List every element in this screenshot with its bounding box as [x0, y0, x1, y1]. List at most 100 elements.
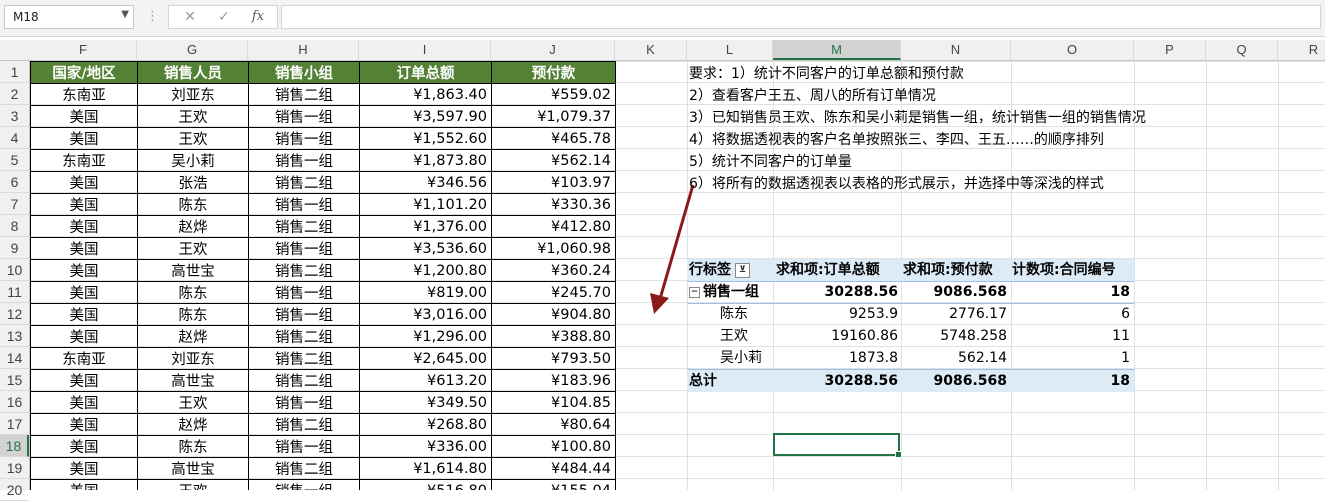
table-cell[interactable]: ¥1,060.98: [491, 237, 616, 260]
table-row[interactable]: 美国 陈东 销售一组 ¥3,016.00 ¥904.80: [30, 303, 616, 326]
table-cell[interactable]: 陈东: [137, 303, 249, 326]
column-header-o[interactable]: O: [1011, 40, 1134, 60]
table-cell[interactable]: 销售一组: [248, 105, 360, 128]
column-header-n[interactable]: N: [901, 40, 1011, 60]
column-header-r[interactable]: R: [1278, 40, 1325, 60]
row-header-9[interactable]: 9: [0, 237, 29, 259]
table-row[interactable]: 美国 王欢 销售一组 ¥349.50 ¥104.85: [30, 391, 616, 414]
table-cell[interactable]: 销售一组: [248, 237, 360, 260]
table-row[interactable]: 美国 王欢 销售一组 ¥1,552.60 ¥465.78: [30, 127, 616, 150]
column-header-q[interactable]: Q: [1206, 40, 1278, 60]
table-row[interactable]: 美国 陈东 销售一组 ¥1,101.20 ¥330.36: [30, 193, 616, 216]
table-cell[interactable]: 美国: [30, 479, 138, 490]
table-cell[interactable]: 王欢: [137, 391, 249, 414]
table-cell[interactable]: 美国: [30, 435, 138, 458]
table-cell[interactable]: ¥1,079.37: [491, 105, 616, 128]
table-cell[interactable]: ¥349.50: [359, 391, 492, 414]
table-cell[interactable]: 销售二组: [248, 83, 360, 106]
table-cell[interactable]: 销售二组: [248, 215, 360, 238]
table-cell[interactable]: ¥80.64: [491, 413, 616, 436]
table-cell[interactable]: 东南亚: [30, 83, 138, 106]
table-cell[interactable]: 销售一组: [248, 303, 360, 326]
insert-function-icon[interactable]: fx: [245, 6, 271, 28]
table-cell[interactable]: 美国: [30, 193, 138, 216]
table-cell[interactable]: 销售一组: [248, 435, 360, 458]
table-header-cell[interactable]: 销售小组: [248, 61, 360, 84]
column-header-k[interactable]: K: [615, 40, 687, 60]
row-header-17[interactable]: 17: [0, 413, 29, 435]
table-row[interactable]: 美国 陈东 销售一组 ¥819.00 ¥245.70: [30, 281, 616, 304]
table-cell[interactable]: ¥360.24: [491, 259, 616, 282]
table-cell[interactable]: ¥3,016.00: [359, 303, 492, 326]
table-cell[interactable]: 美国: [30, 237, 138, 260]
pivot-item-row[interactable]: 王欢 19160.86 5748.258 11: [687, 325, 1134, 347]
row-header-13[interactable]: 13: [0, 325, 29, 347]
table-cell[interactable]: 销售一组: [248, 127, 360, 150]
table-cell[interactable]: 陈东: [137, 281, 249, 304]
table-cell[interactable]: ¥819.00: [359, 281, 492, 304]
row-header-15[interactable]: 15: [0, 369, 29, 391]
table-cell[interactable]: 美国: [30, 457, 138, 480]
table-row[interactable]: 美国 高世宝 销售二组 ¥1,200.80 ¥360.24: [30, 259, 616, 282]
table-row[interactable]: 美国 高世宝 销售二组 ¥613.20 ¥183.96: [30, 369, 616, 392]
row-header-19[interactable]: 19: [0, 457, 29, 479]
table-cell[interactable]: ¥100.80: [491, 435, 616, 458]
chevron-down-icon[interactable]: ▼: [121, 9, 129, 20]
table-cell[interactable]: 销售二组: [248, 413, 360, 436]
table-cell[interactable]: 高世宝: [137, 457, 249, 480]
column-header-j[interactable]: J: [491, 40, 615, 60]
table-cell[interactable]: 赵烨: [137, 325, 249, 348]
table-row[interactable]: 美国 张浩 销售二组 ¥346.56 ¥103.97: [30, 171, 616, 194]
table-row[interactable]: 美国 高世宝 销售二组 ¥1,614.80 ¥484.44: [30, 457, 616, 480]
table-cell[interactable]: 销售二组: [248, 171, 360, 194]
table-cell[interactable]: 美国: [30, 215, 138, 238]
table-cell[interactable]: 王欢: [137, 479, 249, 490]
table-row[interactable]: 美国 赵烨 销售二组 ¥1,296.00 ¥388.80: [30, 325, 616, 348]
table-row[interactable]: 美国王欢销售一组¥516.80¥155.04: [30, 479, 616, 490]
table-cell[interactable]: ¥3,597.90: [359, 105, 492, 128]
pivot-item-row[interactable]: 陈东 9253.9 2776.17 6: [687, 303, 1134, 325]
table-cell[interactable]: 美国: [30, 325, 138, 348]
table-cell[interactable]: ¥245.70: [491, 281, 616, 304]
table-cell[interactable]: 赵烨: [137, 215, 249, 238]
table-cell[interactable]: 吴小莉: [137, 149, 249, 172]
table-cell[interactable]: 销售一组: [248, 193, 360, 216]
cancel-icon[interactable]: ✕: [177, 6, 203, 28]
row-header-4[interactable]: 4: [0, 127, 29, 149]
table-cell[interactable]: ¥336.00: [359, 435, 492, 458]
table-cell[interactable]: ¥484.44: [491, 457, 616, 480]
row-header-11[interactable]: 11: [0, 281, 29, 303]
table-cell[interactable]: 刘亚东: [137, 83, 249, 106]
row-header-1[interactable]: 1: [0, 61, 29, 83]
table-cell[interactable]: 美国: [30, 369, 138, 392]
row-header-20[interactable]: 20: [0, 479, 29, 501]
row-header-8[interactable]: 8: [0, 215, 29, 237]
row-header-16[interactable]: 16: [0, 391, 29, 413]
row-header-10[interactable]: 10: [0, 259, 29, 281]
row-header-18[interactable]: 18: [0, 435, 29, 457]
table-cell[interactable]: 销售二组: [248, 325, 360, 348]
table-cell[interactable]: ¥1,873.80: [359, 149, 492, 172]
column-header-i[interactable]: I: [359, 40, 491, 60]
column-header-g[interactable]: G: [137, 40, 248, 60]
table-cell[interactable]: 销售二组: [248, 369, 360, 392]
table-cell[interactable]: ¥465.78: [491, 127, 616, 150]
table-cell[interactable]: 美国: [30, 391, 138, 414]
table-cell[interactable]: 王欢: [137, 237, 249, 260]
table-header-cell[interactable]: 订单总额: [359, 61, 492, 84]
table-cell[interactable]: 销售二组: [248, 457, 360, 480]
table-cell[interactable]: ¥1,863.40: [359, 83, 492, 106]
table-cell[interactable]: ¥1,376.00: [359, 215, 492, 238]
filter-icon[interactable]: ⊻: [735, 262, 750, 278]
table-cell[interactable]: 销售一组: [248, 479, 360, 490]
table-row[interactable]: 美国 赵烨 销售二组 ¥1,376.00 ¥412.80: [30, 215, 616, 238]
table-cell[interactable]: ¥904.80: [491, 303, 616, 326]
table-cell[interactable]: 赵烨: [137, 413, 249, 436]
table-row[interactable]: 美国 王欢 销售一组 ¥3,536.60 ¥1,060.98: [30, 237, 616, 260]
table-row[interactable]: 东南亚 吴小莉 销售一组 ¥1,873.80 ¥562.14: [30, 149, 616, 172]
table-cell[interactable]: ¥183.96: [491, 369, 616, 392]
table-cell[interactable]: 销售二组: [248, 259, 360, 282]
table-cell[interactable]: ¥1,614.80: [359, 457, 492, 480]
table-cell[interactable]: 王欢: [137, 105, 249, 128]
row-header-6[interactable]: 6: [0, 171, 29, 193]
